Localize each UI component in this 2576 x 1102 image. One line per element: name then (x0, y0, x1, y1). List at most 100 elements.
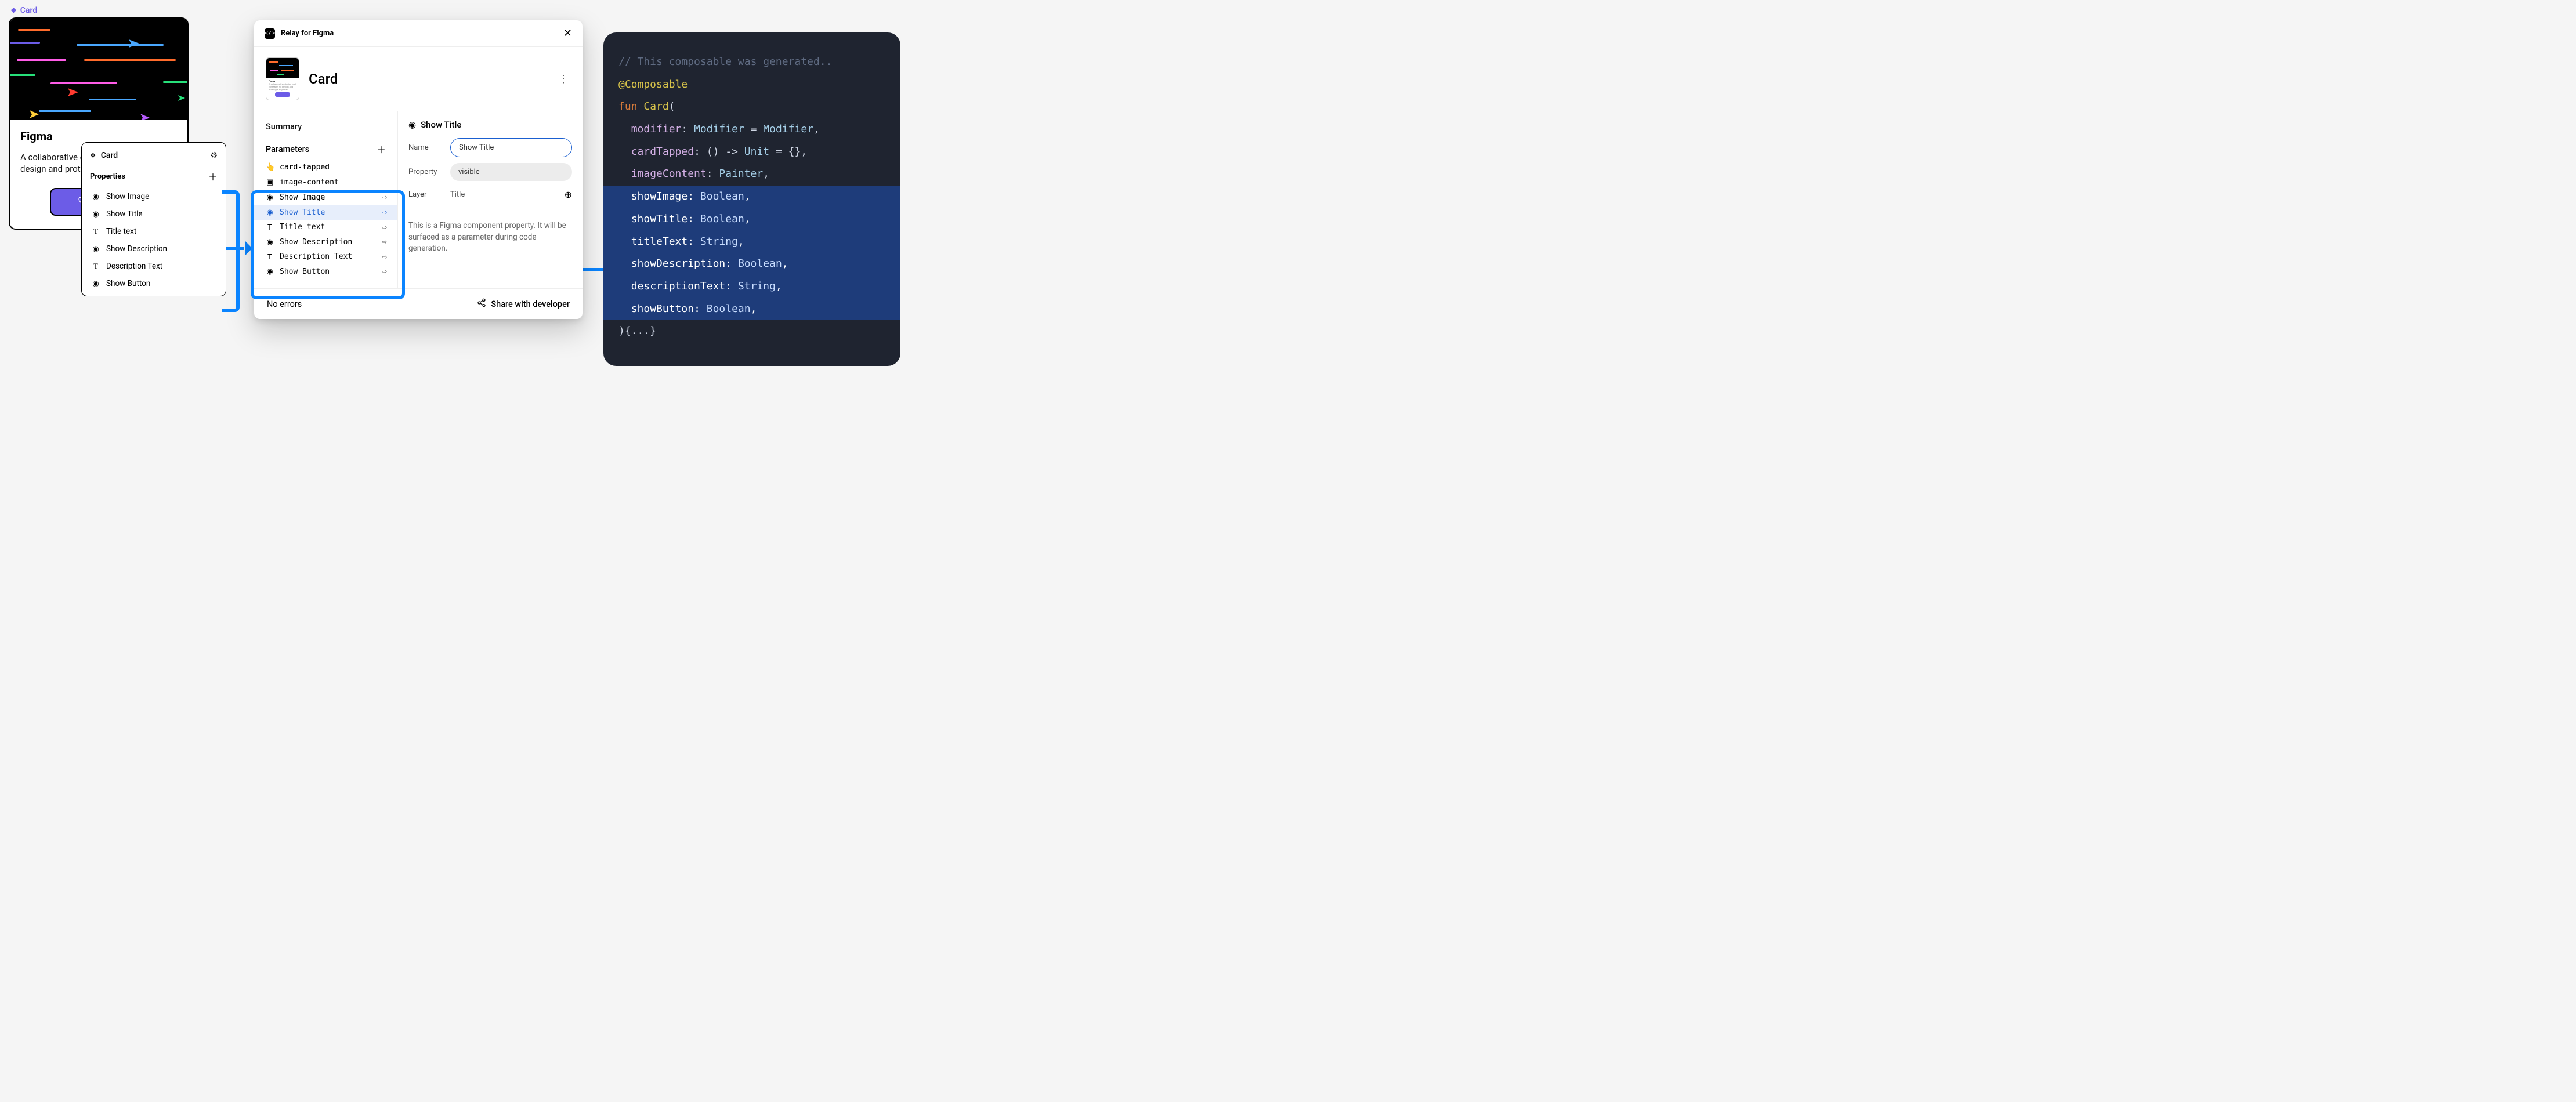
property-label: Show Description (106, 244, 167, 253)
cursor-icon (178, 95, 185, 101)
property-label: Show Image (106, 192, 149, 201)
card-hero-image (10, 19, 187, 120)
highlight-bracket (222, 190, 240, 312)
figma-component-label[interactable]: ❖ Card (10, 6, 37, 15)
text-icon: T (266, 223, 274, 231)
code-line: cardTapped: () -> Unit = {}, (617, 141, 887, 164)
close-icon[interactable]: ✕ (563, 27, 572, 39)
parameter-row[interactable]: ◉Show Title⇨ (254, 205, 397, 220)
detail-description: This is a Figma component property. It w… (408, 220, 572, 255)
property-row[interactable]: TTitle text (82, 223, 226, 240)
add-property-icon[interactable]: ＋ (208, 169, 218, 183)
properties-section-header: Properties ＋ (82, 166, 226, 188)
eye-icon: ◉ (91, 245, 100, 253)
property-label: Show Title (106, 209, 143, 219)
more-menu-icon[interactable]: ⋮ (558, 73, 571, 85)
share-icon (477, 298, 486, 310)
code-comment: // This composable was generated.. (617, 51, 887, 74)
component-name: Card (20, 6, 37, 15)
property-row[interactable]: ◉ Show Description (82, 240, 226, 258)
eye-icon: ◉ (91, 210, 100, 219)
swap-icon: ⇨ (382, 267, 387, 276)
relay-app-name: Relay for Figma (281, 29, 334, 38)
code-line-highlighted: showDescription: Boolean, (603, 253, 900, 276)
card-title: Figma (20, 129, 177, 143)
parameter-label: card-tapped (280, 163, 330, 172)
property-label: Show Button (106, 279, 150, 288)
layer-value: Title (450, 190, 558, 199)
image-icon: ▣ (266, 177, 274, 187)
relay-left-column: Summary Parameters ＋ 👆 card-tapped ▣image-… (254, 111, 398, 288)
name-label: Name (408, 143, 443, 152)
eye-icon: ◉ (91, 280, 100, 288)
swap-icon: ⇨ (382, 237, 387, 246)
property-row[interactable]: ◉ Show Button (82, 275, 226, 292)
parameter-row[interactable]: TTitle text⇨ (254, 220, 397, 234)
cursor-icon (129, 39, 139, 48)
relay-titlebar: </> Relay for Figma ✕ (254, 20, 583, 47)
code-line-highlighted: showButton: Boolean, (603, 298, 900, 321)
eye-icon: ◉ (408, 119, 416, 130)
code-line-highlighted: showTitle: Boolean, (603, 208, 900, 231)
code-line-highlighted: descriptionText: String, (603, 276, 900, 298)
property-select[interactable]: visible (450, 163, 572, 181)
name-input[interactable]: Show Title (450, 138, 572, 157)
parameter-row[interactable]: ▣image-content (254, 175, 397, 190)
parameter-row[interactable]: ◉ Show Button ⇨ (254, 264, 397, 279)
parameter-row[interactable]: T Description Text ⇨ (254, 249, 397, 264)
layer-label: Layer (408, 190, 443, 199)
parameters-header: Parameters ＋ (254, 137, 397, 160)
text-icon: T (266, 252, 274, 261)
code-keyword: fun (618, 100, 638, 113)
generated-code-panel: // This composable was generated.. @Compo… (603, 32, 900, 366)
parameter-row[interactable]: 👆 card-tapped (254, 160, 397, 175)
parameter-label: Show Button (280, 267, 330, 276)
code-annotation: @Composable (618, 78, 688, 90)
property-row[interactable]: ◉Show Image (82, 188, 226, 205)
parameter-label: Show Title (280, 208, 325, 217)
tap-icon: 👆 (266, 162, 274, 172)
relay-right-column: ◉ Show Title Name Show Title Property vi… (398, 111, 583, 288)
code-line: modifier: Modifier = Modifier, (617, 118, 887, 141)
component-icon: ❖ (90, 151, 96, 160)
share-label: Share with developer (491, 299, 570, 309)
relay-component-title: Card (309, 71, 549, 87)
cursor-icon (140, 114, 150, 120)
parameter-row[interactable]: ◉ Show Image ⇨ (254, 190, 397, 205)
parameter-row[interactable]: ◉Show Description⇨ (254, 234, 397, 249)
properties-component-name: Card (101, 151, 118, 160)
summary-header[interactable]: Summary (254, 119, 397, 137)
share-button[interactable]: Share with developer (477, 298, 570, 310)
detail-title: Show Title (421, 119, 461, 130)
code-tail: ){...} (617, 320, 887, 343)
add-parameter-icon[interactable]: ＋ (377, 142, 386, 156)
swap-icon: ⇨ (382, 252, 387, 262)
parameter-label: Description Text (280, 252, 352, 261)
relay-app-icon: </> (265, 28, 275, 39)
card-thumbnail: Figma A collaborative design tool for te… (266, 57, 299, 100)
cursor-icon (68, 88, 78, 96)
eye-icon: ◉ (266, 193, 274, 202)
code-line: imageContent: Painter, (617, 163, 887, 186)
properties-header: ❖ Card ⚙ (82, 148, 226, 166)
parameter-label: Title text (280, 223, 325, 231)
code-line-highlighted: showImage: Boolean, (603, 186, 900, 208)
property-label: Description Text (106, 262, 162, 271)
property-row[interactable]: TDescription Text (82, 258, 226, 275)
parameters-label: Parameters (266, 144, 309, 154)
swap-icon: ⇨ (382, 193, 387, 202)
properties-section-label: Properties (90, 172, 125, 181)
property-row[interactable]: ◉ Show Title (82, 205, 226, 223)
errors-status: No errors (267, 299, 302, 309)
target-icon[interactable]: ⊕ (565, 189, 572, 200)
code-function-name: Card (643, 100, 668, 113)
eye-icon: ◉ (266, 237, 274, 246)
adjust-icon[interactable]: ⚙ (210, 151, 218, 160)
parameter-label: Show Image (280, 193, 325, 202)
detail-header: ◉ Show Title (408, 119, 572, 130)
cursor-icon (30, 110, 39, 118)
swap-icon: ⇨ (382, 208, 387, 217)
component-icon: ❖ (10, 6, 17, 14)
property-label: Property (408, 168, 443, 176)
eye-icon: ◉ (266, 267, 274, 276)
